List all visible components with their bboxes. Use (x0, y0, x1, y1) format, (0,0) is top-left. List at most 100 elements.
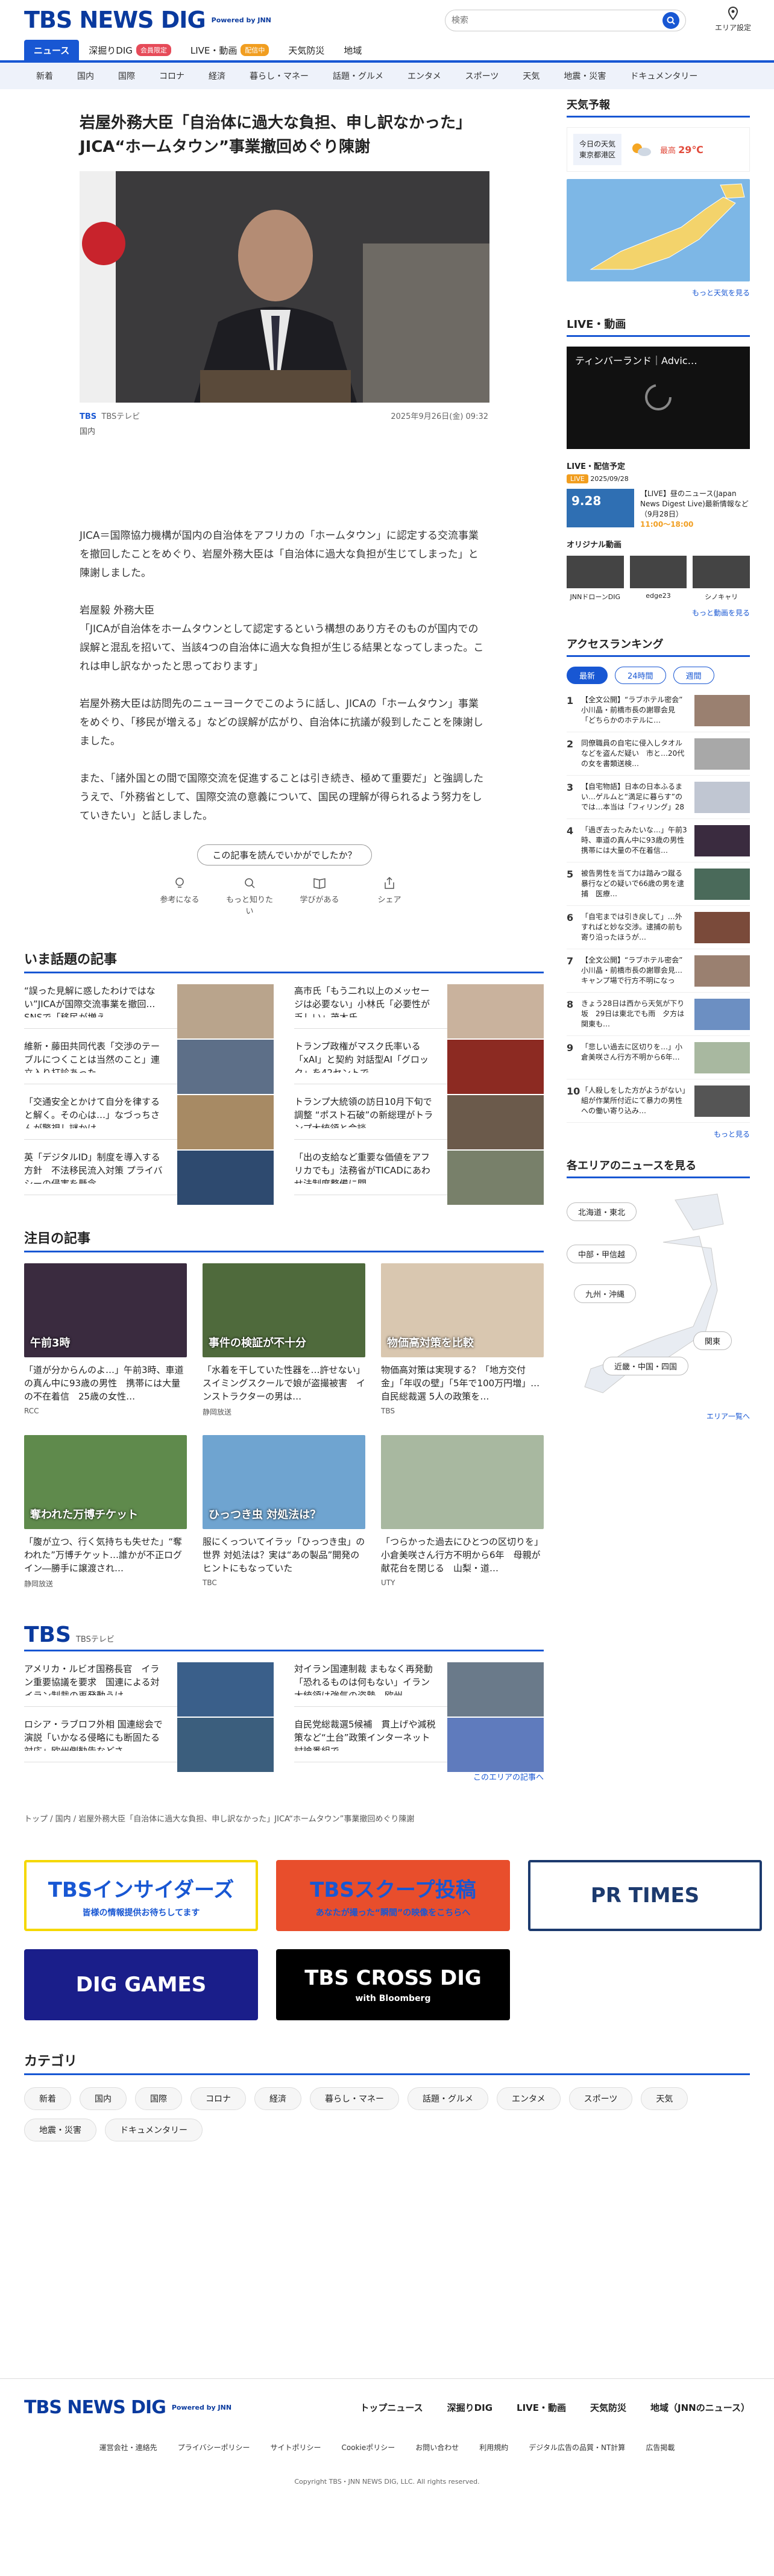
ranking-more-link[interactable]: もっと見る (567, 1129, 750, 1139)
category-nav-item[interactable]: スポーツ (453, 70, 511, 82)
trending-item[interactable]: 維新・藤田共同代表「交渉のテーブルにつくことは当然のこと」連立入り打診あった…T… (24, 1029, 274, 1094)
footer-link[interactable]: 広告掲載 (646, 2442, 675, 2452)
weather-more-link[interactable]: もっと天気を見る (567, 287, 750, 298)
category-chip[interactable]: 新着 (24, 2087, 71, 2110)
breadcrumb[interactable]: トップ / 国内 / 岩屋外務大臣「自治体に過大な負担、申し訳なかった」JICA… (24, 1812, 544, 1824)
weather-map[interactable] (567, 179, 750, 281)
area-pill[interactable]: 北海道・東北 (567, 1202, 637, 1221)
top-nav-item[interactable]: 地域 (334, 40, 371, 60)
category-nav-item[interactable]: 地震・災害 (552, 70, 618, 82)
feedback-option[interactable]: 参考になる (153, 876, 207, 916)
original-video-item[interactable]: シノキャリ (693, 556, 750, 602)
category-chip[interactable]: エンタメ (497, 2087, 561, 2110)
category-nav-item[interactable]: コロナ (147, 70, 197, 82)
ranking-item[interactable]: 6 「自宅までは引き戻して」…外すればと妙な交渉。逮捕の前も寄り沿ったほうが… (567, 906, 750, 949)
area-pill[interactable]: 中部・甲信越 (567, 1245, 637, 1263)
area-pill[interactable]: 九州・沖縄 (574, 1284, 637, 1303)
area-pill[interactable]: 近畿・中国・四国 (603, 1357, 689, 1375)
footer-nav-item[interactable]: 地域（JNNのニュース） (650, 2401, 750, 2414)
category-nav-item[interactable]: 経済 (197, 70, 238, 82)
trending-item[interactable]: トランプ大統領の訪日10月下旬で調整 “ポスト石破”の新総理がトランプ大統領と会… (294, 1084, 544, 1149)
category-chip[interactable]: コロナ (190, 2087, 246, 2110)
trending-item[interactable]: “誤った見解に惑したわけではない”JICAが国際交流事業を撤回…SNSで「移民が… (24, 973, 274, 1038)
top-nav-item[interactable]: 天気防災 (278, 40, 334, 60)
featured-item[interactable]: 午前3時 「道が分からんのよ…」午前3時、車道の真ん中に93歳の男性 携帯には大量… (24, 1263, 187, 1417)
footer-logo-text[interactable]: TBS NEWS DIG (24, 2397, 166, 2418)
footer-nav-item[interactable]: トップニュース (360, 2401, 423, 2414)
feedback-option[interactable]: 学びがある (292, 876, 347, 916)
footer-link[interactable]: 利用規約 (479, 2442, 508, 2452)
ranking-item[interactable]: 8 きょう28日は西から天気が下り坂 29日は東北でも雨 夕方は関東も… (567, 993, 750, 1036)
logo-text[interactable]: TBS NEWS DIG (24, 7, 206, 33)
category-chip[interactable]: 経済 (254, 2087, 301, 2110)
top-nav-item[interactable]: ニュース (24, 40, 80, 60)
live-video-player[interactable]: ティンバーランド｜Advic… (567, 347, 750, 449)
trending-item[interactable]: 英「デジタルID」制度を導入する方針 不法移民流入対策 プライバシーの侵害を懸念… (24, 1140, 274, 1205)
ranking-item[interactable]: 10 「人殺しをした方がようがない」組が作業所付近にて暴力の男性への働い寄り込み… (567, 1079, 750, 1123)
tbs-list-item[interactable]: アメリカ・ルビオ国務長官 イラン重要協議を要求 国連による対イラン制裁の再発動う… (24, 1651, 274, 1717)
top-nav-item[interactable]: LIVE・動画 配信中 (181, 40, 279, 60)
category-chip[interactable]: ドキュメンタリー (105, 2119, 203, 2141)
trending-item[interactable]: トランプ政権がマスク氏率いる「xAI」と契約 対話型AI「グロック」を42セント… (294, 1029, 544, 1094)
category-nav-item[interactable]: ドキュメンタリー (618, 70, 710, 82)
category-nav-item[interactable]: 国際 (106, 70, 147, 82)
trending-item[interactable]: 「交通安全とかけて自分を律すると解く。その心は…」なづっちさんが警視し謎かけ…T… (24, 1084, 274, 1149)
original-video-item[interactable]: edge23 (629, 556, 687, 602)
footer-nav-item[interactable]: 天気防災 (590, 2401, 626, 2414)
top-nav-item[interactable]: 深掘りDIG 会員限定 (79, 40, 181, 60)
ranking-tab[interactable]: 週間 (673, 667, 714, 684)
trending-item[interactable]: 「出の支給など重要な価値をアフリカでも」法務省がTICADにあわせ法制度整備に関… (294, 1140, 544, 1205)
category-chip[interactable]: 暮らし・マネー (310, 2087, 399, 2110)
category-nav-item[interactable]: 新着 (24, 70, 65, 82)
category-nav-item[interactable]: 話題・グルメ (321, 70, 395, 82)
category-chip[interactable]: 地震・災害 (24, 2119, 96, 2141)
tbs-list-item[interactable]: 自民党総裁選5候補 貫上げや減税策など“土台”政策インターネット討論番組で (294, 1707, 544, 1772)
category-chip[interactable]: スポーツ (568, 2087, 633, 2110)
ranking-item[interactable]: 1 【全文公開】“ラブホテル密会” 小川晶・前橋市長の謝罪会見「どちらかのホテルに… (567, 689, 750, 732)
footer-link[interactable]: Cookieポリシー (341, 2442, 395, 2452)
tbs-list-item[interactable]: 対イラン国連制裁 まもなく再発動 「恐れるものは何もない」イラン大統領は強気の姿… (294, 1651, 544, 1717)
article-category[interactable]: 国内 (80, 425, 488, 436)
site-logo[interactable]: TBS NEWS DIG Powered by JNN (24, 7, 271, 33)
category-nav-item[interactable]: 天気 (511, 70, 552, 82)
ranking-item[interactable]: 7 【全文公開】“ラブホテル密会” 小川晶・前橋市長の謝罪会見…キャンプ場で行方不… (567, 949, 750, 993)
featured-item[interactable]: ひっつき虫 対処法は？ 服にくっついてイラッ「ひっつき虫」の世界 対処法は？実は“… (203, 1435, 365, 1589)
category-nav-item[interactable]: 暮らし・マネー (238, 70, 321, 82)
search-button[interactable] (662, 12, 679, 29)
ranking-item[interactable]: 5 被告男性を当て力は踏みつ蹴る 暴行などの疑いで66歳の男を逮捕 医療… (567, 862, 750, 906)
weather-widget[interactable]: 今日の天気 東京都港区 最高 29℃ (567, 127, 750, 172)
area-list-link[interactable]: エリア一覧へ (567, 1411, 750, 1421)
feedback-option[interactable]: シェア (362, 876, 417, 916)
footer-nav-item[interactable]: LIVE・動画 (517, 2401, 566, 2414)
ranking-item[interactable]: 4 「過ぎ去ったみたいな…」午前3時、車道の真ん中に93歳の男性 携帯には大量の不… (567, 819, 750, 862)
feedback-option[interactable]: もっと知りたい (222, 876, 277, 916)
search-box[interactable] (445, 10, 686, 31)
promo-banner[interactable]: TBSスクープ投稿 あなたが撮った“瞬間”の映像をこちらへ (276, 1860, 510, 1931)
category-chip[interactable]: 国内 (80, 2087, 127, 2110)
footer-logo[interactable]: TBS NEWS DIG Powered by JNN (24, 2397, 231, 2418)
source-logo[interactable]: TBS (80, 412, 96, 421)
footer-nav-item[interactable]: 深掘りDIG (447, 2401, 492, 2414)
trending-item[interactable]: 高市氏「もう二れ以上のメッセージは必要ない」小林氏「必要性が乏しい」茂木氏…TB… (294, 973, 544, 1038)
ranking-tab[interactable]: 24時間 (615, 667, 666, 684)
search-input[interactable] (452, 16, 662, 25)
area-articles-link[interactable]: このエリアの記事へ (24, 1771, 544, 1782)
footer-link[interactable]: プライバシーポリシー (178, 2442, 250, 2452)
promo-banner[interactable]: DIG GAMES (24, 1949, 258, 2020)
featured-item[interactable]: 奪われた万博チケット 「腹が立つ、行く気持ちも失せた」“奪われた”万博チケット…誰… (24, 1435, 187, 1589)
featured-item[interactable]: 物価高対策を比較 物価高対策は実現する？「地方交付金」「年収の壁」「5年で100万… (381, 1263, 544, 1417)
ranking-item[interactable]: 3 【自宅物語】日本の日本ふるまい…ゲルムと“満足に暮らす”のでは…本当は「フィリ… (567, 776, 750, 819)
category-chip[interactable]: 国際 (135, 2087, 182, 2110)
area-pill[interactable]: 関東 (693, 1331, 732, 1350)
promo-banner[interactable]: PR TIMES (528, 1860, 762, 1931)
ranking-item[interactable]: 2 同僚職員の自宅に侵入しタオルなどを盗んだ疑い 市と…20代の女を書類送検… (567, 732, 750, 776)
featured-item[interactable]: 「つらかった過去にひとつの区切りを」小倉美咲さん行方不明から6年 母親が献花台を… (381, 1435, 544, 1589)
promo-banner[interactable]: TBS CROSS DIG with Bloomberg (276, 1949, 510, 2020)
footer-link[interactable]: サイトポリシー (270, 2442, 321, 2452)
category-nav-item[interactable]: 国内 (65, 70, 106, 82)
area-setting-button[interactable]: エリア設定 (715, 6, 751, 33)
category-nav-item[interactable]: エンタメ (395, 70, 453, 82)
ranking-tab[interactable]: 最新 (567, 667, 608, 684)
footer-link[interactable]: デジタル広告の品質・NT計算 (529, 2442, 625, 2452)
featured-item[interactable]: 事件の検証が不十分 「水着を干していた性器を…許せない」スイミングスクールで娘が盗… (203, 1263, 365, 1417)
